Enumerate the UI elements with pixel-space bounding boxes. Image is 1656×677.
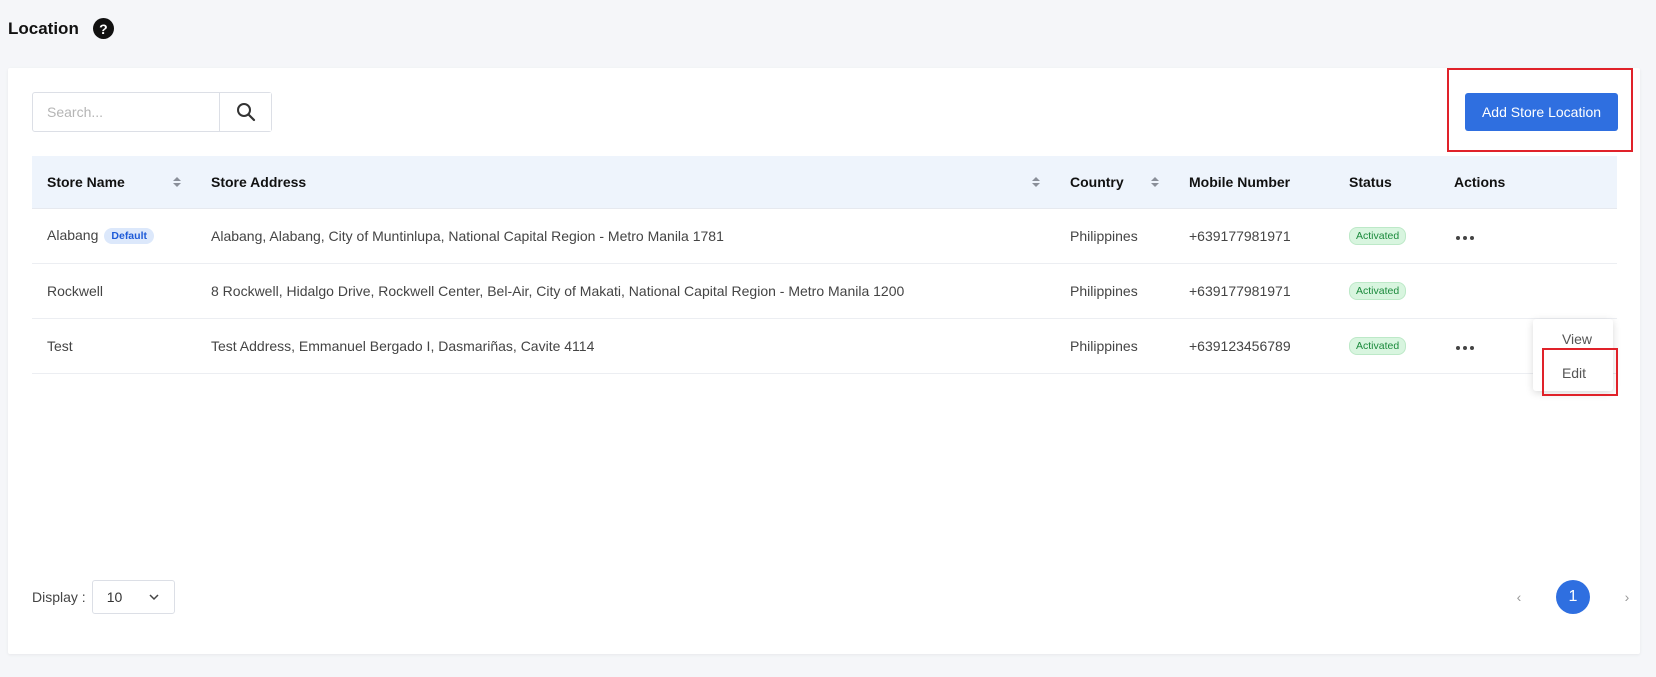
search-icon	[236, 103, 255, 122]
page-header: Location ?	[8, 18, 114, 39]
search-box	[32, 92, 272, 132]
status-cell: Activated	[1334, 208, 1439, 264]
column-header-store-name[interactable]: Store Name	[32, 156, 196, 209]
display-control: Display : 10	[32, 580, 175, 614]
country-cell: Philippines	[1055, 318, 1174, 374]
page-number-current[interactable]: 1	[1556, 580, 1590, 614]
store-address-cell: Test Address, Emmanuel Bergado I, Dasmar…	[196, 318, 1055, 374]
more-actions-icon[interactable]	[1454, 232, 1476, 244]
mobile-number-cell: +639177981971	[1174, 208, 1334, 264]
column-header-status: Status	[1334, 156, 1439, 209]
store-address-cell: 8 Rockwell, Hidalgo Drive, Rockwell Cent…	[196, 263, 1055, 319]
store-name-cell: Alabang Default	[32, 208, 196, 264]
help-icon[interactable]: ?	[92, 18, 114, 39]
sort-icon[interactable]	[173, 176, 181, 187]
default-badge: Default	[104, 228, 154, 244]
store-name-cell: Rockwell	[32, 263, 196, 319]
next-page-icon[interactable]: ›	[1612, 589, 1642, 605]
mobile-number-cell: +639123456789	[1174, 318, 1334, 374]
edit-highlight	[1542, 348, 1618, 396]
display-label: Display :	[32, 589, 86, 605]
menu-item-view[interactable]: View	[1537, 331, 1617, 347]
mobile-number-cell: +639177981971	[1174, 263, 1334, 319]
page-size-select[interactable]: 10	[91, 580, 175, 614]
column-header-store-address[interactable]: Store Address	[196, 156, 1055, 209]
column-header-country[interactable]: Country	[1055, 156, 1174, 209]
country-cell: Philippines	[1055, 263, 1174, 319]
table-row: Alabang Default Alabang, Alabang, City of…	[32, 208, 1617, 264]
actions-cell	[1439, 263, 1617, 319]
table-header-row: Store Name Store Address Country Mobile …	[32, 156, 1617, 209]
column-header-mobile-number: Mobile Number	[1174, 156, 1334, 209]
status-cell: Activated	[1334, 318, 1439, 374]
table-row: Rockwell 8 Rockwell, Hidalgo Drive, Rock…	[32, 263, 1617, 319]
actions-cell	[1439, 208, 1617, 264]
column-header-actions: Actions	[1439, 156, 1617, 209]
status-badge: Activated	[1349, 282, 1407, 300]
status-badge: Activated	[1349, 337, 1407, 355]
locations-table: Store Name Store Address Country Mobile …	[32, 156, 1617, 374]
page-title: Location	[8, 18, 79, 38]
status-cell: Activated	[1334, 263, 1439, 319]
table-row: Test Test Address, Emmanuel Bergado I, D…	[32, 318, 1617, 374]
pagination: ‹ 1 ›	[1504, 580, 1642, 614]
content-card: Add Store Location Store Name Store Addr…	[8, 68, 1640, 654]
country-cell: Philippines	[1055, 208, 1174, 264]
status-badge: Activated	[1349, 227, 1407, 245]
sort-icon[interactable]	[1151, 176, 1159, 187]
more-actions-icon[interactable]	[1454, 342, 1476, 354]
store-name-cell: Test	[32, 318, 196, 374]
add-store-location-button[interactable]: Add Store Location	[1465, 93, 1618, 131]
chevron-down-icon	[149, 594, 159, 601]
search-button[interactable]	[219, 93, 271, 131]
store-address-cell: Alabang, Alabang, City of Muntinlupa, Na…	[196, 208, 1055, 264]
page-size-value: 10	[106, 589, 123, 605]
prev-page-icon[interactable]: ‹	[1504, 589, 1534, 605]
search-input[interactable]	[33, 93, 219, 131]
sort-icon[interactable]	[1032, 176, 1040, 187]
